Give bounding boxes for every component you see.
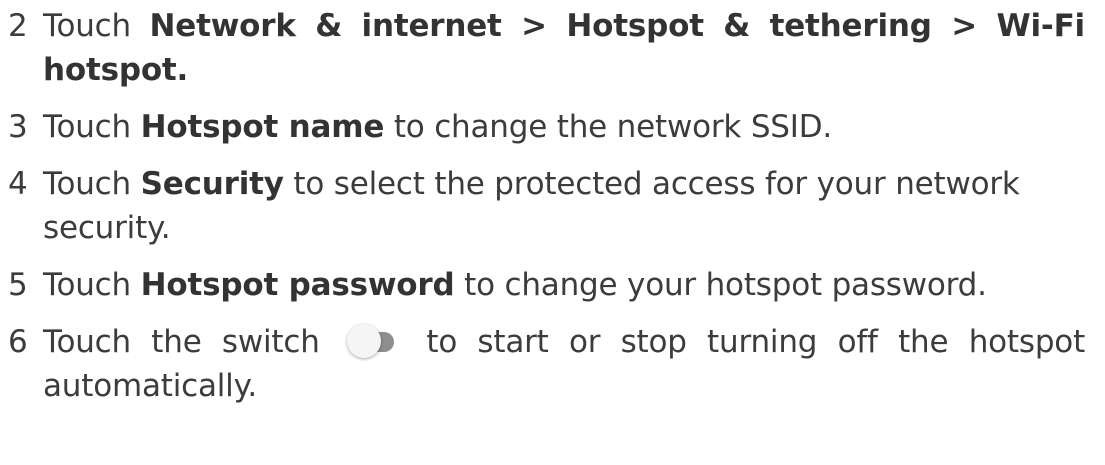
step-2: 2 Touch Network & internet > Hotspot & t… xyxy=(8,4,1085,92)
step-number: 5 xyxy=(8,267,28,303)
switch-knob xyxy=(347,324,382,358)
step-number: 6 xyxy=(8,324,28,360)
step-5: 5 Touch Hotspot password to change your … xyxy=(8,263,1085,307)
instruction-page: 2 Touch Network & internet > Hotspot & t… xyxy=(0,0,1105,465)
step-text: Touch xyxy=(43,109,141,145)
step-number: 3 xyxy=(8,109,28,145)
menu-path-hotspot-tethering: Hotspot & tethering xyxy=(566,8,932,44)
step-text: Touch xyxy=(43,267,141,303)
step-number: 2 xyxy=(8,8,28,44)
path-separator: > xyxy=(501,8,567,44)
step-number: 4 xyxy=(8,166,28,202)
setting-hotspot-password: Hotspot password xyxy=(140,267,455,303)
step-text: Touch xyxy=(43,166,141,202)
step-4: 4 Touch Security to select the protected… xyxy=(8,162,1085,250)
step-text: to change the network SSID. xyxy=(384,109,833,145)
setting-hotspot-name: Hotspot name xyxy=(140,109,385,145)
step-text: Touch xyxy=(43,8,150,44)
step-text: Touch the switch xyxy=(43,324,320,360)
path-separator: > xyxy=(931,8,997,44)
step-text: to change your hotspot password. xyxy=(454,267,987,303)
step-6: 6 Touch the switch to start or stop turn… xyxy=(8,320,1085,408)
toggle-switch-off-icon xyxy=(342,322,400,362)
setting-security: Security xyxy=(140,166,284,202)
menu-path-network-internet: Network & internet xyxy=(149,8,502,44)
step-3: 3 Touch Hotspot name to change the netwo… xyxy=(8,105,1085,149)
